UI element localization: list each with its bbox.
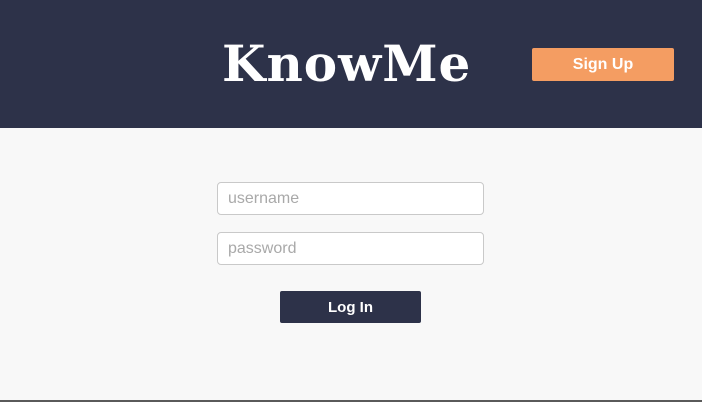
password-input[interactable] (217, 232, 484, 265)
top-header: KnowMe Sign Up (0, 0, 702, 128)
log-in-button[interactable]: Log In (280, 291, 421, 323)
app-logo: KnowMe (222, 34, 472, 93)
username-input[interactable] (217, 182, 484, 215)
sign-up-button[interactable]: Sign Up (532, 48, 674, 81)
